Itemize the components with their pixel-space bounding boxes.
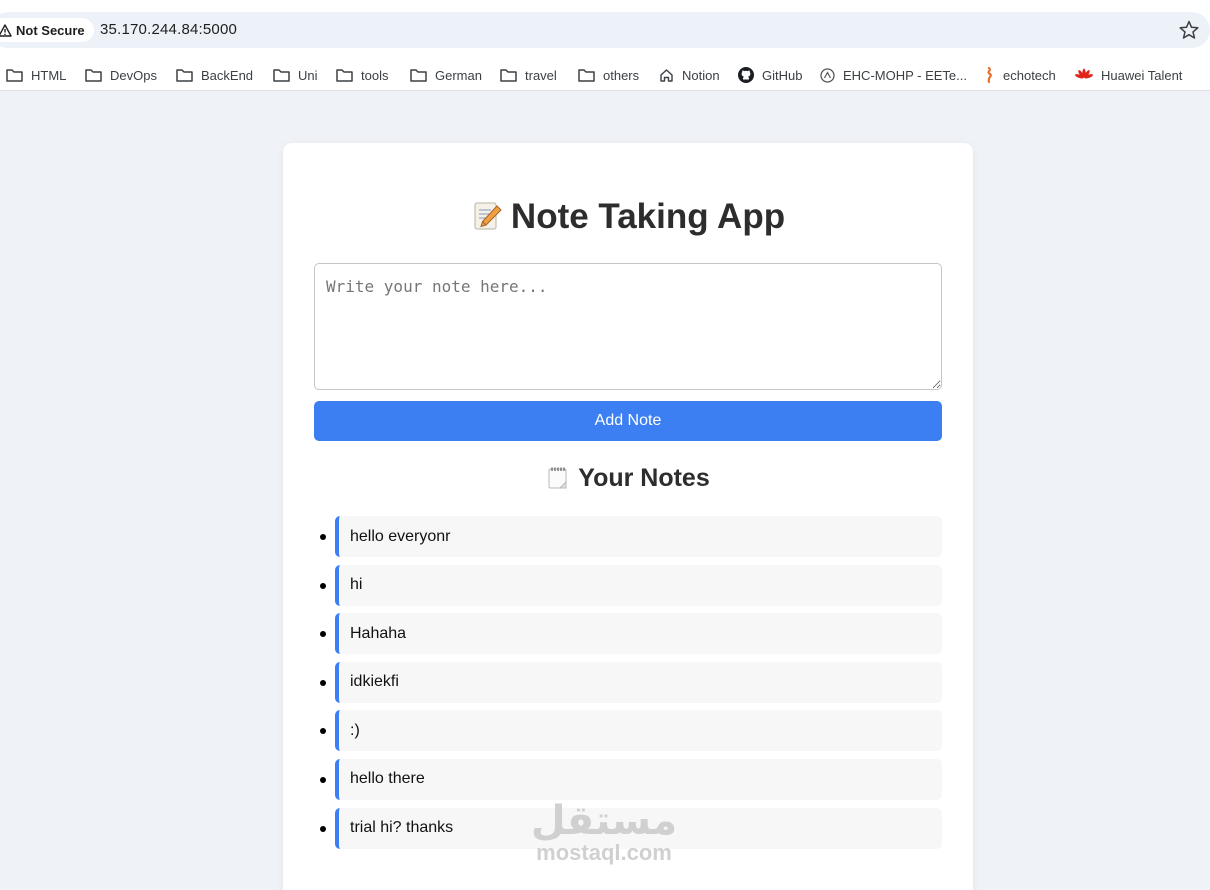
bookmark-html[interactable]: HTML: [6, 64, 66, 86]
folder-icon: [500, 69, 517, 82]
note-text: hello there: [335, 758, 942, 800]
address-bar: Not Secure 35.170.244.84:5000: [0, 0, 1210, 60]
bookmark-label: Huawei Talent: [1101, 67, 1183, 83]
bookmark-ehc-mohp[interactable]: EHC-MOHP - EETe...: [820, 64, 967, 86]
bookmark-tools[interactable]: tools: [336, 64, 388, 86]
home-icon: [660, 69, 673, 82]
note-item: hello there: [314, 758, 942, 800]
folder-icon: [336, 69, 353, 82]
bookmark-devops[interactable]: DevOps: [85, 64, 157, 86]
bookmark-label: travel: [525, 67, 557, 83]
add-note-button[interactable]: Add Note: [314, 401, 942, 441]
huawei-icon: [1075, 68, 1093, 78]
bookmark-label: DevOps: [110, 67, 157, 83]
note-text: hello everyonr: [335, 516, 942, 557]
folder-icon: [410, 69, 427, 82]
bookmark-backend[interactable]: BackEnd: [176, 64, 253, 86]
folder-icon: [6, 69, 23, 82]
notes-heading: Your Notes: [0, 464, 1210, 493]
note-item: idkiekfi: [314, 661, 942, 703]
bookmarks-bar: HTML DevOps BackEnd Uni tools German tra…: [0, 60, 1210, 91]
url-text[interactable]: 35.170.244.84:5000: [100, 21, 237, 38]
notes-heading-text: Your Notes: [578, 464, 710, 492]
note-item: trial hi? thanks: [314, 807, 942, 849]
note-text: trial hi? thanks: [335, 807, 942, 849]
folder-icon: [176, 69, 193, 82]
bullet: [320, 631, 326, 638]
bookmark-star-icon[interactable]: [1178, 19, 1200, 41]
note-input[interactable]: [314, 263, 942, 390]
github-icon: [738, 67, 754, 83]
bookmark-label: German: [435, 67, 482, 83]
note-text: idkiekfi: [335, 661, 942, 703]
memo-emoji-icon: [474, 202, 502, 230]
bookmark-label: BackEnd: [201, 67, 254, 83]
note-text: :): [335, 710, 942, 752]
notes-list: hello everyonr hi Hahaha idkiekfi :) hel…: [314, 516, 942, 856]
note-item: hello everyonr: [314, 516, 942, 557]
security-chip[interactable]: Not Secure: [0, 18, 94, 42]
title-text: Note Taking App: [510, 197, 786, 236]
notepad-emoji-icon: [548, 467, 567, 489]
bookmark-uni[interactable]: Uni: [273, 64, 318, 86]
bookmark-label: EHC-MOHP - EETe...: [843, 67, 968, 83]
bullet: [320, 582, 326, 589]
page-title: Note Taking App: [0, 197, 1210, 237]
bullet: [320, 534, 326, 540]
note-item: Hahaha: [314, 613, 942, 655]
bullet: [320, 776, 326, 783]
warning-icon: [0, 23, 12, 37]
bookmark-german[interactable]: German: [410, 64, 482, 86]
bookmark-label: GitHub: [762, 67, 803, 83]
bookmark-label: Notion: [682, 67, 720, 83]
echotech-icon: [987, 67, 992, 83]
bookmark-notion[interactable]: Notion: [659, 64, 720, 86]
bookmark-label: Uni: [298, 67, 318, 83]
bookmark-echotech[interactable]: echotech: [983, 64, 1056, 86]
bookmark-label: echotech: [1003, 67, 1056, 83]
bookmark-huawei-talent[interactable]: Huawei Talent: [1075, 64, 1182, 86]
folder-icon: [578, 69, 595, 82]
security-label: Not Secure: [16, 22, 85, 38]
folder-icon: [273, 69, 290, 82]
folder-icon: [85, 69, 102, 82]
bullet: [320, 679, 326, 686]
note-text: Hahaha: [335, 613, 942, 655]
ehc-icon: [820, 67, 835, 83]
bookmark-others[interactable]: others: [578, 64, 639, 86]
note-item: hi: [314, 564, 942, 606]
bookmark-github[interactable]: GitHub: [738, 64, 802, 86]
note-text: hi: [335, 564, 942, 606]
bookmark-label: HTML: [31, 67, 67, 83]
bookmark-label: others: [603, 67, 640, 83]
bullet: [320, 825, 326, 832]
bullet: [320, 728, 326, 735]
bookmark-travel[interactable]: travel: [500, 64, 557, 86]
note-item: :): [314, 710, 942, 752]
bookmark-label: tools: [361, 67, 389, 83]
